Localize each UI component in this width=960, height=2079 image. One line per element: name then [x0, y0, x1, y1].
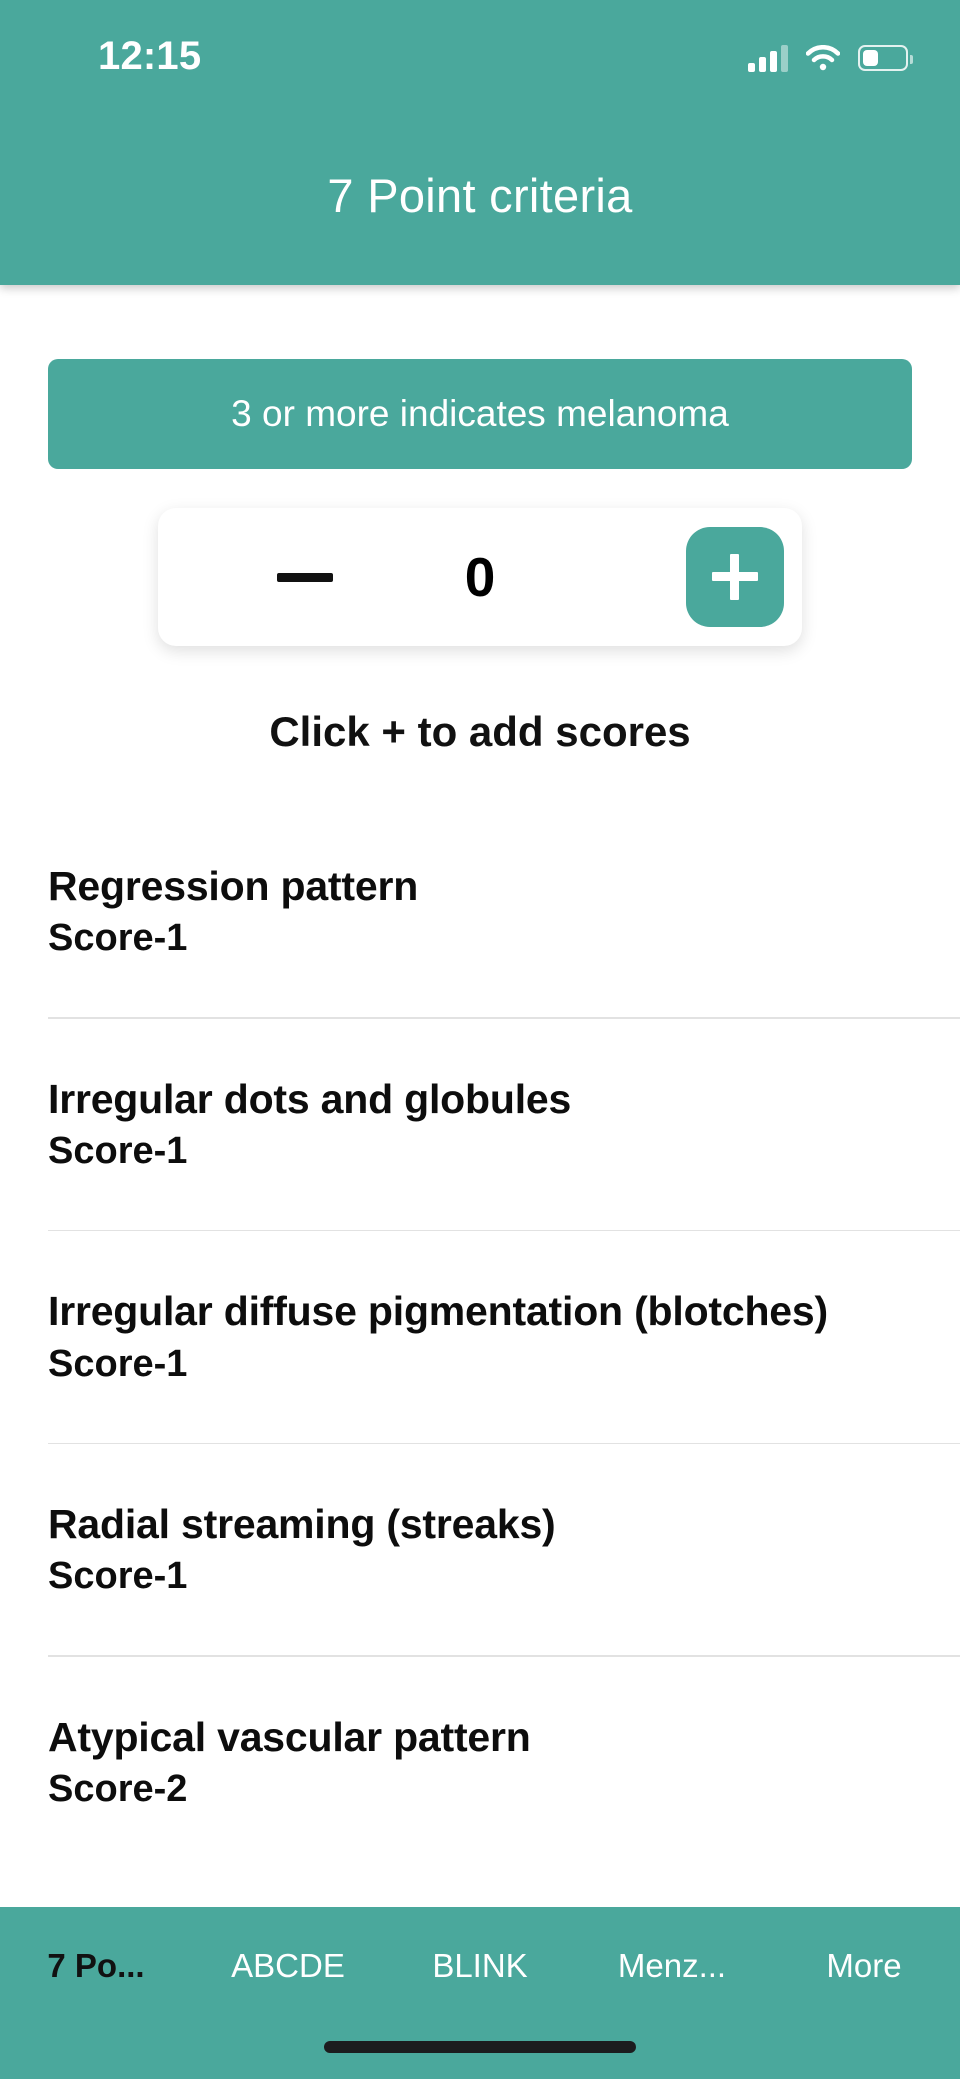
list-item[interactable]: Irregular dots and globules Score-1 — [0, 1075, 960, 1174]
criteria-list: Regression pattern Score-1 Irregular dots … — [0, 862, 960, 1868]
list-item-score: Score-1 — [48, 1130, 188, 1173]
page-title: 7 Point criteria — [327, 169, 633, 222]
row-spacer — [0, 1231, 960, 1287]
row-spacer — [0, 1174, 960, 1230]
row-spacer — [0, 1387, 960, 1443]
decrement-score-button[interactable] — [230, 508, 380, 646]
row-spacer — [0, 1019, 960, 1075]
wifi-icon — [805, 45, 841, 71]
tab-blink[interactable]: BLINK — [384, 1947, 576, 1985]
cellular-signal-icon — [748, 44, 788, 72]
tab-abcde[interactable]: ABCDE — [192, 1947, 384, 1985]
list-item-title: Irregular diffuse pigmentation (blotches… — [48, 1288, 828, 1335]
battery-low-icon — [858, 45, 913, 71]
increment-score-button[interactable] — [686, 527, 784, 627]
list-item-score: Score-1 — [48, 1555, 188, 1598]
status-bar-time: 12:15 — [98, 34, 202, 78]
row-spacer — [0, 1599, 960, 1655]
list-item-score: Score-1 — [48, 917, 188, 960]
list-item-score: Score-1 — [48, 1342, 188, 1385]
row-spacer — [0, 1444, 960, 1500]
bottom-tab-bar: 7 Po... ABCDE BLINK Menz... More — [0, 1907, 960, 2079]
score-stepper: 0 — [158, 508, 802, 646]
list-item-title: Atypical vascular pattern — [48, 1713, 531, 1760]
stepper-hint: Click + to add scores — [269, 708, 691, 755]
tab-more[interactable]: More — [768, 1947, 960, 1985]
row-spacer — [0, 961, 960, 1017]
melanoma-threshold-banner: 3 or more indicates melanoma — [48, 359, 912, 469]
tab-menz[interactable]: Menz... — [576, 1947, 768, 1985]
row-spacer — [0, 1812, 960, 1868]
list-item-title: Irregular dots and globules — [48, 1075, 572, 1122]
list-item[interactable]: Regression pattern Score-1 — [0, 862, 960, 961]
list-item[interactable]: Atypical vascular pattern Score-2 — [0, 1713, 960, 1812]
app-screen: 12:15 7 Point criteria 3 or more indicat… — [0, 0, 960, 2079]
list-item-title: Regression pattern — [48, 863, 419, 909]
tab-7-po[interactable]: 7 Po... — [0, 1947, 192, 1985]
list-item[interactable]: Irregular diffuse pigmentation (blotches… — [0, 1287, 960, 1386]
list-item-title: Radial streaming (streaks) — [48, 1501, 556, 1548]
banner-label: 3 or more indicates melanoma — [231, 393, 729, 434]
plus-icon — [712, 554, 758, 600]
list-item[interactable]: Radial streaming (streaks) Score-1 — [0, 1500, 960, 1599]
app-header: 12:15 7 Point criteria — [0, 0, 960, 285]
minus-icon — [277, 572, 333, 582]
list-item-score: Score-2 — [48, 1768, 188, 1811]
status-bar: 12:15 — [0, 0, 960, 110]
tab-list: 7 Po... ABCDE BLINK Menz... More — [0, 1907, 960, 2025]
row-spacer — [0, 1657, 960, 1713]
home-indicator[interactable] — [324, 2041, 636, 2053]
status-bar-icons — [748, 44, 913, 72]
